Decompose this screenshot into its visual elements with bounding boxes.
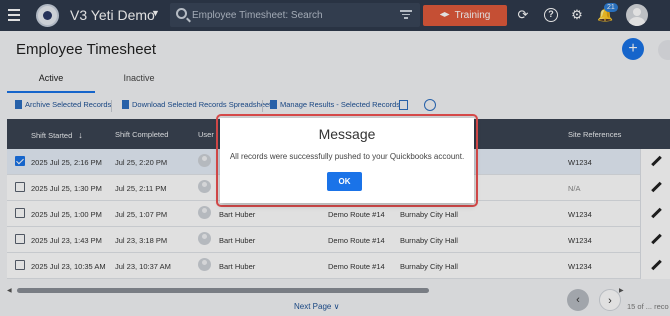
message-dialog: Message All records were successfully pu… bbox=[220, 118, 474, 203]
ok-button[interactable]: OK bbox=[327, 172, 362, 191]
dialog-title: Message bbox=[318, 126, 376, 142]
dialog-message: All records were successfully pushed to … bbox=[229, 152, 465, 161]
